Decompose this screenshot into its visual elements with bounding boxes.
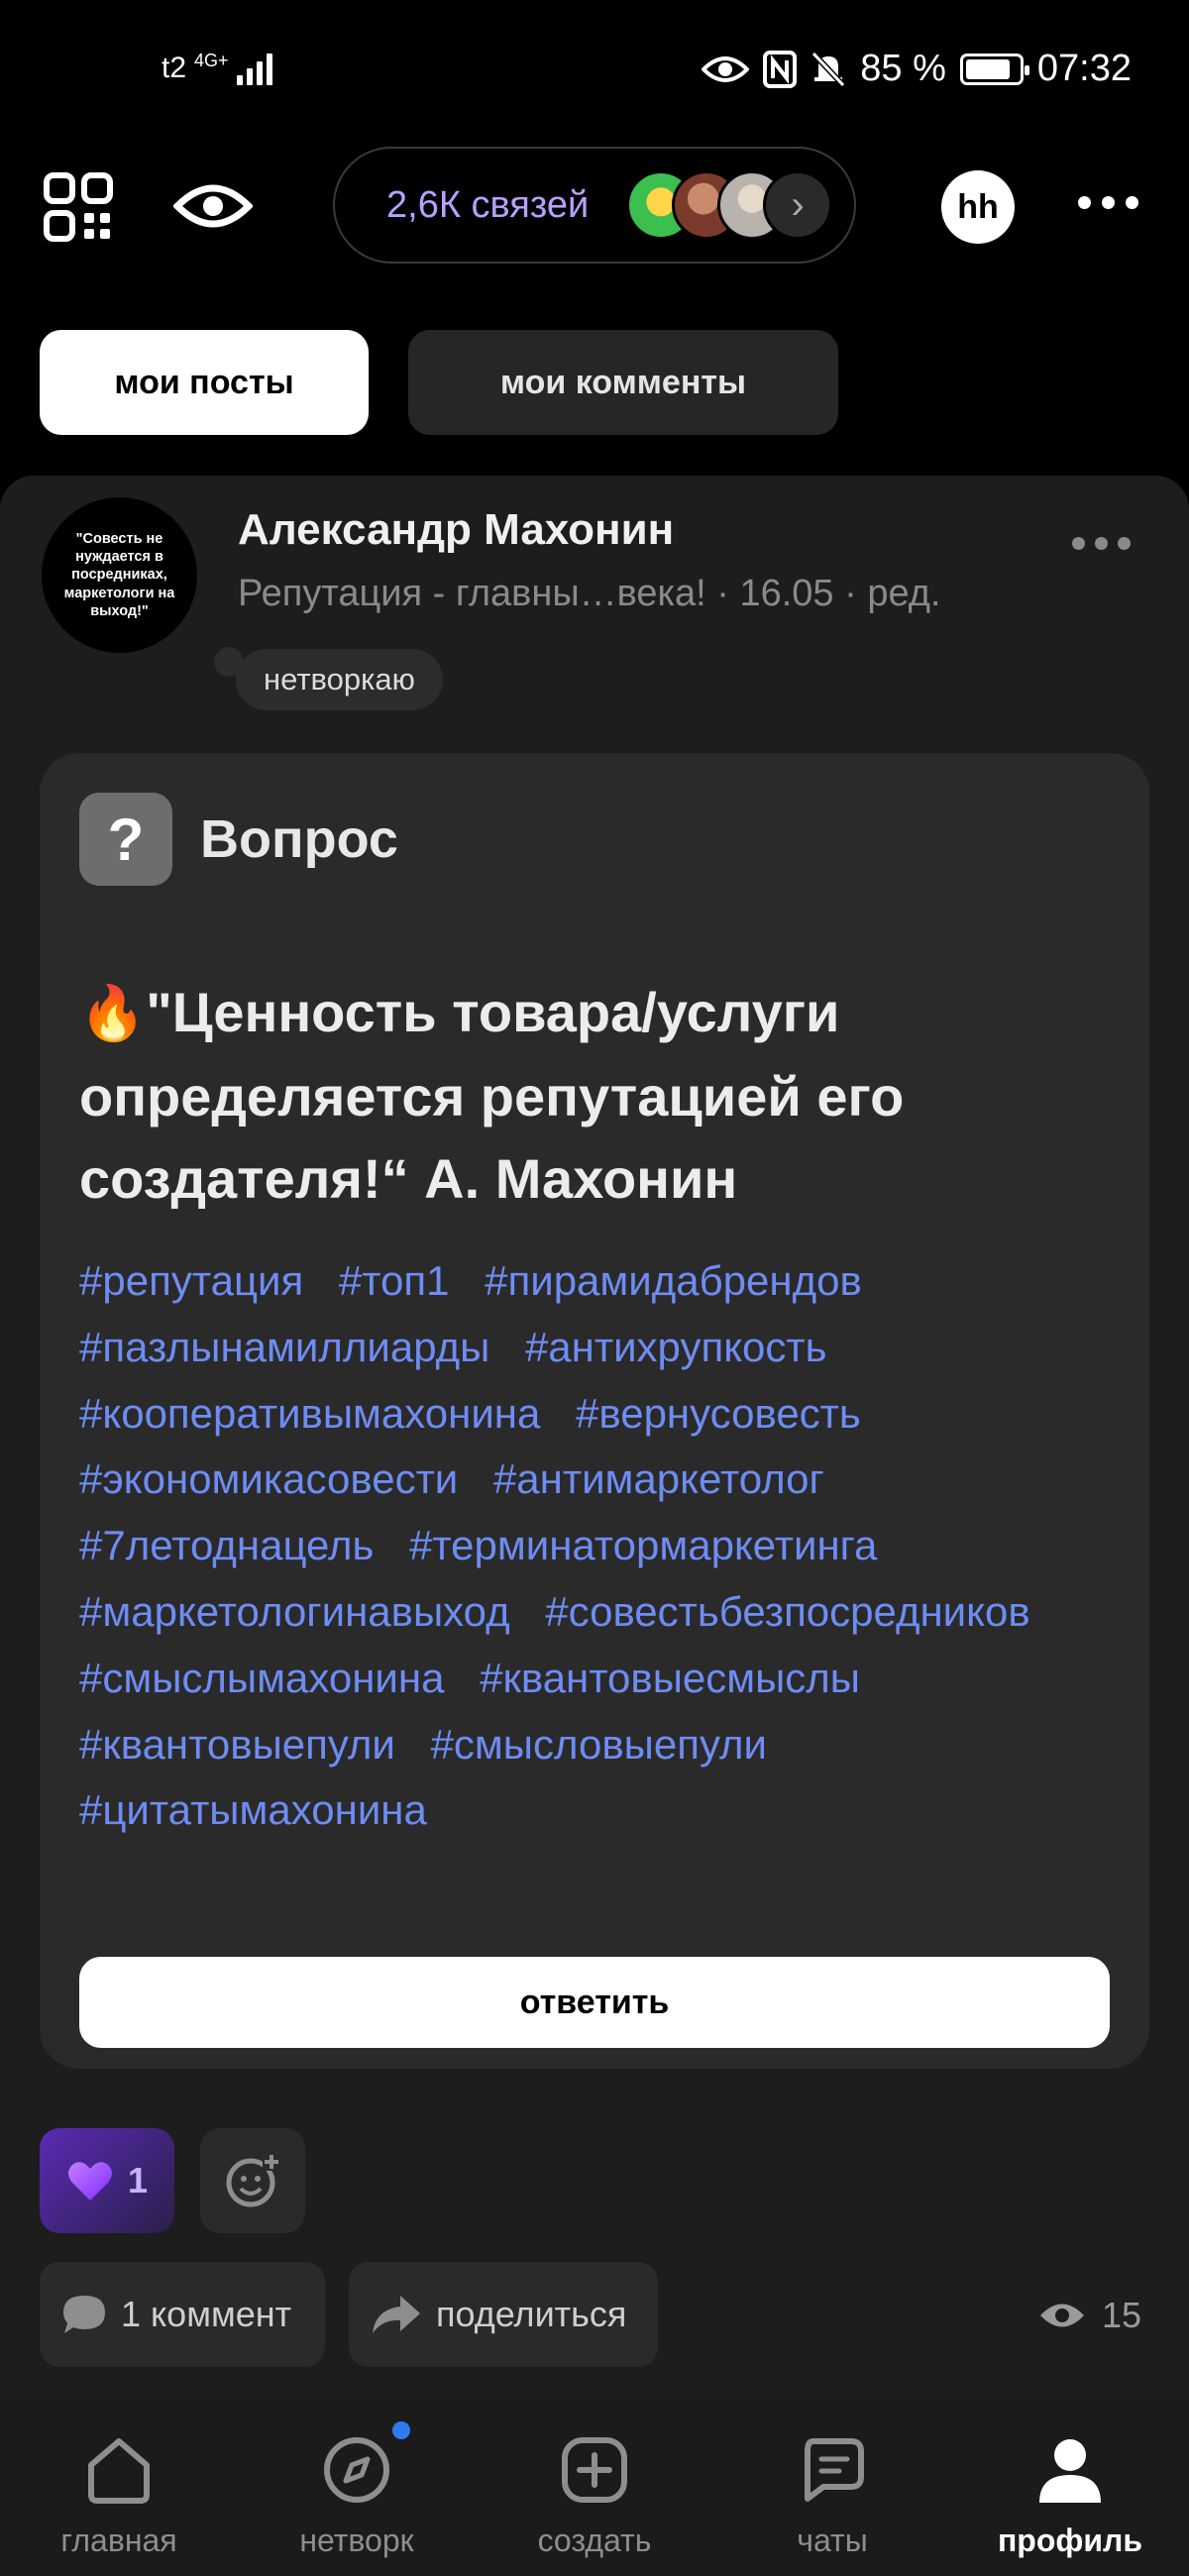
- nav-create-label: создать: [537, 2522, 652, 2558]
- top-toolbar: 2,6К связей › hh: [0, 139, 1189, 268]
- more-options-icon[interactable]: [1078, 196, 1138, 209]
- author-name[interactable]: Александр Махонин: [238, 505, 674, 555]
- connections-label: 2,6К связей: [386, 183, 590, 226]
- chat-icon: [805, 2438, 864, 2502]
- comment-icon: [63, 2296, 105, 2333]
- nav-create[interactable]: создать: [476, 2398, 713, 2576]
- hashtag-link[interactable]: #цитатымахонина: [79, 1786, 427, 1833]
- connections-avatars: ›: [626, 170, 832, 240]
- question-text: 🔥"Ценность товара/услуги определяется ре…: [79, 971, 1110, 1220]
- hashtag-link[interactable]: #антихрупкость: [525, 1324, 827, 1370]
- battery-icon: [959, 53, 1029, 85]
- hashtag-list: #репутация #топ1 #пирамидабрендов #пазлы…: [79, 1248, 1130, 1844]
- bottom-navigation: главная нетворк создать чаты профиль: [0, 2398, 1189, 2576]
- add-reaction-button[interactable]: [200, 2128, 305, 2233]
- carrier-info: t2 4G+: [162, 50, 272, 85]
- clock: 07:32: [1036, 48, 1132, 89]
- hashtag-link[interactable]: #репутация: [79, 1257, 303, 1304]
- nav-chats-label: чаты: [797, 2522, 868, 2558]
- post-meta: Репутация - главны…века! · 16.05 · ред.: [238, 573, 941, 614]
- status-badge: нетворкаю: [214, 647, 443, 710]
- hashtag-link[interactable]: #антимаркетолог: [493, 1455, 824, 1502]
- eye-status-icon: [702, 55, 750, 82]
- home-icon: [88, 2438, 150, 2504]
- tab-my-comments[interactable]: мои комменты: [408, 330, 838, 435]
- add-emoji-icon: [226, 2153, 280, 2207]
- plus-square-icon: [562, 2437, 627, 2503]
- compass-icon: [324, 2437, 389, 2503]
- share-icon: [373, 2296, 420, 2333]
- hashtag-link[interactable]: #вернусовесть: [576, 1390, 861, 1437]
- hashtag-link[interactable]: #смыслымахонина: [79, 1655, 444, 1701]
- status-bar: t2 4G+ 85 % 07:32: [0, 0, 1189, 149]
- question-label: Вопрос: [200, 809, 398, 869]
- tab-my-posts[interactable]: мои посты: [40, 330, 369, 435]
- nav-home[interactable]: главная: [0, 2398, 238, 2576]
- connections-button[interactable]: 2,6К связей ›: [333, 147, 856, 264]
- like-count: 1: [127, 2160, 149, 2200]
- fire-icon: 🔥: [79, 984, 147, 1043]
- post-menu-icon[interactable]: [1072, 537, 1131, 550]
- nfc-icon: [763, 50, 798, 88]
- share-label: поделиться: [436, 2294, 627, 2334]
- post-card: "Совесть не нуждается в посредниках, мар…: [0, 476, 1189, 2398]
- nav-chats[interactable]: чаты: [713, 2398, 951, 2576]
- reply-button[interactable]: ответить: [79, 1957, 1110, 2048]
- status-indicators: 85 % 07:32: [702, 48, 1132, 90]
- question-icon: ?: [79, 793, 172, 886]
- hashtag-link[interactable]: #квантовыесмыслы: [480, 1655, 860, 1701]
- eye-icon[interactable]: [173, 180, 253, 232]
- hashtag-link[interactable]: #7летоднацель: [79, 1522, 374, 1568]
- views-counter: 15: [1038, 2295, 1141, 2336]
- question-header: ? Вопрос: [79, 793, 398, 886]
- hashtag-link[interactable]: #совестьбезпосредников: [545, 1588, 1029, 1635]
- hashtag-link[interactable]: #топ1: [339, 1257, 450, 1304]
- notification-dot: [392, 2421, 410, 2439]
- comment-count-label: 1 коммент: [121, 2294, 292, 2334]
- nav-network-label: нетворк: [299, 2522, 414, 2558]
- nav-home-label: главная: [60, 2522, 177, 2558]
- eye-icon: [1040, 2304, 1084, 2327]
- profile-icon: [1039, 2439, 1101, 2503]
- qr-code-icon[interactable]: [44, 172, 113, 242]
- mute-bell-icon: [811, 51, 846, 87]
- views-count: 15: [1102, 2295, 1142, 2335]
- comment-button[interactable]: 1 коммент: [40, 2262, 325, 2367]
- hashtag-link[interactable]: #смысловыепули: [431, 1721, 767, 1768]
- heart-icon: [67, 2162, 112, 2200]
- author-avatar[interactable]: "Совесть не нуждается в посредниках, мар…: [42, 497, 197, 653]
- signal-icon: [236, 52, 272, 85]
- network-type: 4G+: [194, 50, 229, 70]
- question-quote: "Ценность товара/услуги определяется реп…: [79, 981, 905, 1210]
- hashtag-link[interactable]: #маркетологинавыход: [79, 1588, 510, 1635]
- nav-profile-label: профиль: [997, 2522, 1143, 2558]
- hashtag-link[interactable]: #пазлынамиллиарды: [79, 1324, 489, 1370]
- hashtag-link[interactable]: #квантовыепули: [79, 1721, 395, 1768]
- hh-profile-badge[interactable]: hh: [941, 170, 1015, 244]
- hashtag-link[interactable]: #пирамидабрендов: [485, 1257, 862, 1304]
- hashtag-link[interactable]: #экономикасовести: [79, 1455, 458, 1502]
- nav-network[interactable]: нетворк: [238, 2398, 476, 2576]
- like-button[interactable]: 1: [40, 2128, 174, 2233]
- question-block: ? Вопрос 🔥"Ценность товара/услуги опреде…: [40, 753, 1149, 2069]
- chevron-right-icon: ›: [763, 170, 832, 240]
- hashtag-link[interactable]: #кооперативымахонина: [79, 1390, 540, 1437]
- battery-percent: 85 %: [860, 48, 946, 89]
- share-button[interactable]: поделиться: [349, 2262, 658, 2367]
- carrier-label: t2: [162, 52, 187, 84]
- nav-profile[interactable]: профиль: [951, 2398, 1189, 2576]
- hashtag-link[interactable]: #терминатормаркетинга: [409, 1522, 877, 1568]
